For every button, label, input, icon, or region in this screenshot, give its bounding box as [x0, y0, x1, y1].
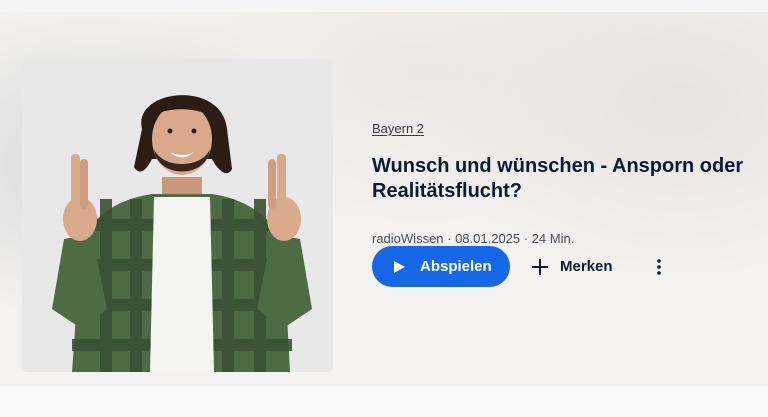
episode-header: Bayern 2 Wunsch und wünschen - Ansporn o… [0, 12, 768, 386]
play-button[interactable]: Abspielen [372, 246, 510, 287]
save-button[interactable]: Merken [532, 246, 613, 287]
episode-meta: radioWissen · 08.01.2025 · 24 Min. [372, 231, 575, 246]
bottom-band [0, 386, 768, 417]
plus-icon [532, 258, 548, 275]
page: Bayern 2 Wunsch und wünschen - Ansporn o… [0, 0, 768, 417]
save-button-label: Merken [560, 258, 613, 275]
broadcaster-link[interactable]: Bayern 2 [372, 121, 424, 136]
episode-actions: Abspielen Merken [372, 246, 669, 287]
episode-info: Bayern 2 Wunsch und wünschen - Ansporn o… [372, 120, 762, 246]
more-vertical-icon [656, 258, 661, 275]
play-icon [392, 260, 406, 274]
more-options-button[interactable] [649, 246, 669, 287]
episode-title: Wunsch und wünschen - Ansporn oder Reali… [372, 155, 744, 202]
play-button-label: Abspielen [420, 258, 492, 275]
episode-cover-image [22, 59, 333, 372]
